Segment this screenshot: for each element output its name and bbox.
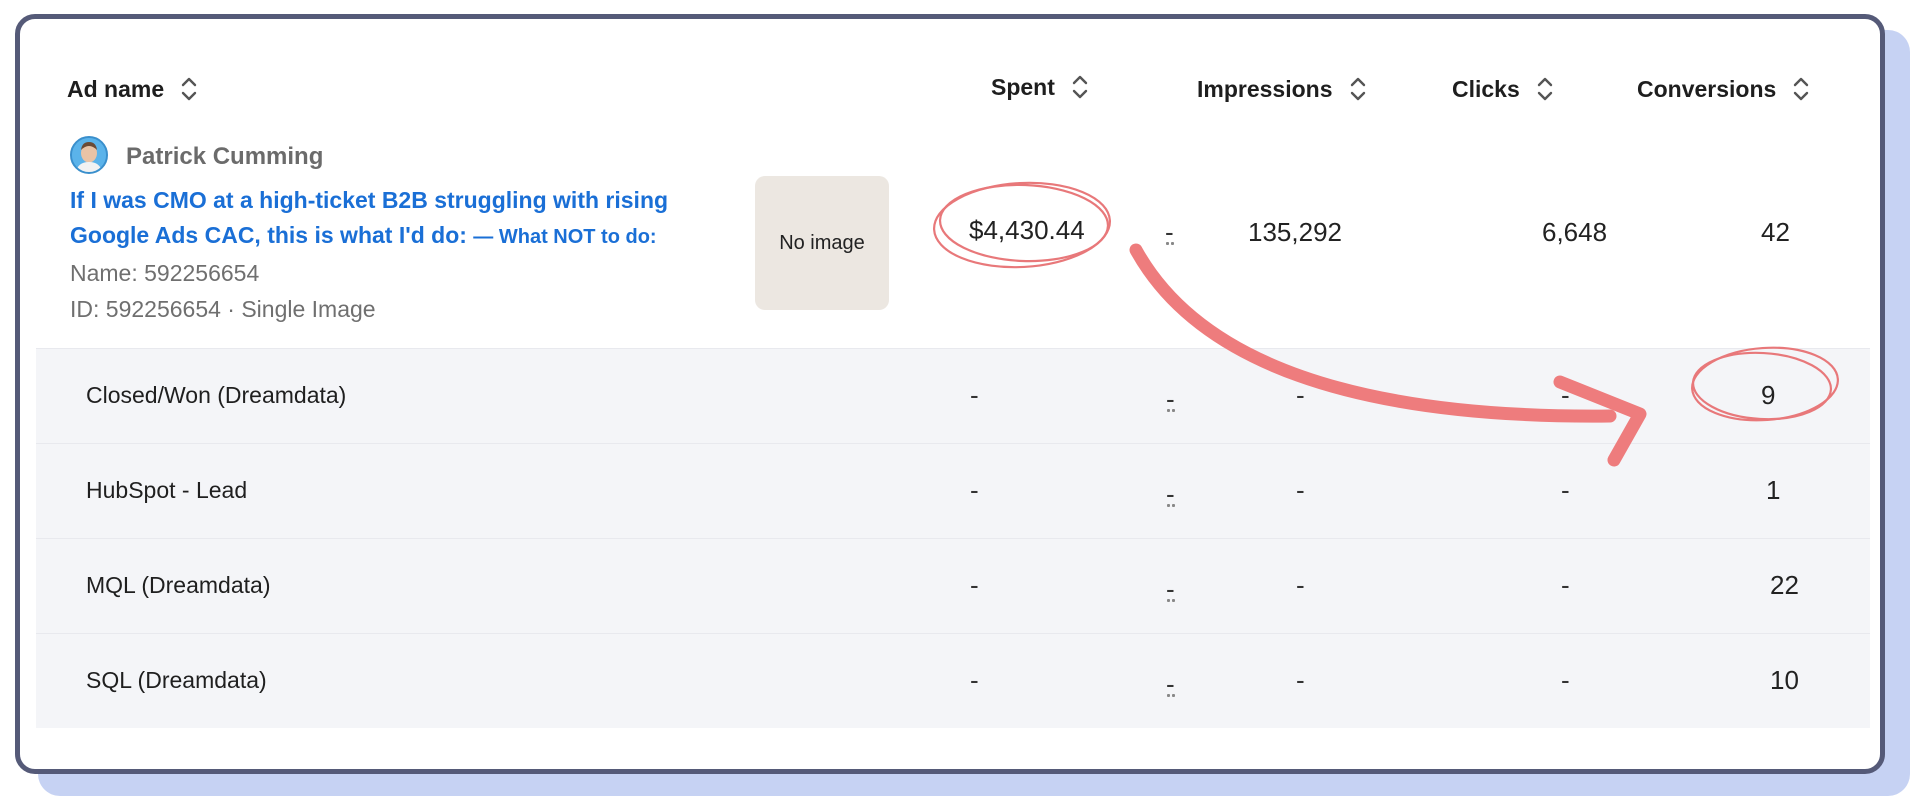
row-spent: - (970, 475, 979, 505)
conversion-label: SQL (Dreamdata) (86, 667, 267, 693)
row-clicks: - (1561, 380, 1570, 410)
row-conversions: 22 (1770, 570, 1799, 600)
ad-impressions-value: 135,292 (1248, 217, 1342, 247)
column-header-ad-name[interactable]: Ad name (67, 75, 198, 103)
row-spent: - (970, 380, 979, 410)
ad-name-header-label: Ad name (67, 75, 165, 102)
column-resize-handle[interactable] (1166, 238, 1176, 256)
column-header-spent[interactable]: Spent (991, 73, 1089, 101)
sort-icon[interactable] (1349, 75, 1367, 103)
row-impressions: - (1296, 475, 1305, 505)
row-impressions: - (1296, 665, 1305, 695)
clicks-header-label: Clicks (1452, 75, 1520, 102)
conversion-label: HubSpot - Lead (86, 477, 248, 503)
ad-clicks-value: 6,648 (1542, 217, 1608, 247)
column-resize-handle[interactable] (1167, 500, 1177, 518)
spent-header-label: Spent (991, 73, 1055, 100)
row-impressions: - (1296, 380, 1305, 410)
column-resize-handle[interactable] (1167, 405, 1177, 423)
conversions-header-label: Conversions (1637, 75, 1777, 102)
row-impressions: - (1296, 570, 1305, 600)
column-header-clicks[interactable]: Clicks (1452, 75, 1554, 103)
impressions-header-label: Impressions (1197, 75, 1333, 102)
author-avatar (70, 136, 108, 174)
ad-author-name: Patrick Cumming (126, 143, 324, 170)
table-row[interactable]: Closed/Won (Dreamdata) - - - - 9 (36, 348, 1870, 443)
row-conversions: 9 (1761, 380, 1776, 410)
ad-image-placeholder: No image (755, 176, 889, 310)
row-clicks: - (1561, 475, 1570, 505)
table-row[interactable]: HubSpot - Lead - - - - 1 (36, 443, 1870, 538)
column-resize-handle[interactable] (1167, 595, 1177, 613)
row-clicks: - (1561, 570, 1570, 600)
row-conversions: 10 (1770, 665, 1799, 695)
conversion-label: MQL (Dreamdata) (86, 572, 271, 598)
sort-icon[interactable] (1536, 75, 1554, 103)
table-row[interactable]: MQL (Dreamdata) - - - - 22 (36, 538, 1870, 633)
ad-name-line: Name: 592256654 (70, 260, 260, 286)
ad-headline-suffix: — What NOT to do: (473, 226, 657, 248)
sort-icon[interactable] (180, 75, 198, 103)
row-conversions: 1 (1766, 475, 1781, 505)
table-row[interactable]: SQL (Dreamdata) - - - - 10 (36, 633, 1870, 728)
row-spent: - (970, 665, 979, 695)
sort-icon[interactable] (1792, 75, 1810, 103)
sort-icon[interactable] (1071, 73, 1089, 101)
ad-conversions-value: 42 (1761, 217, 1790, 247)
ads-table-card: Ad name Spent Impressions Clicks Convers… (15, 14, 1885, 774)
row-spent: - (970, 570, 979, 600)
column-header-impressions[interactable]: Impressions (1197, 75, 1367, 103)
ad-spent-value: $4,430.44 (969, 215, 1085, 245)
ad-id-line: ID: 592256654 · Single Image (70, 296, 376, 322)
ad-headline-link[interactable]: If I was CMO at a high-ticket B2B strugg… (70, 183, 730, 255)
column-header-conversions[interactable]: Conversions (1637, 75, 1810, 103)
conversion-label: Closed/Won (Dreamdata) (86, 382, 347, 408)
column-resize-handle[interactable] (1167, 690, 1177, 708)
row-clicks: - (1561, 665, 1570, 695)
